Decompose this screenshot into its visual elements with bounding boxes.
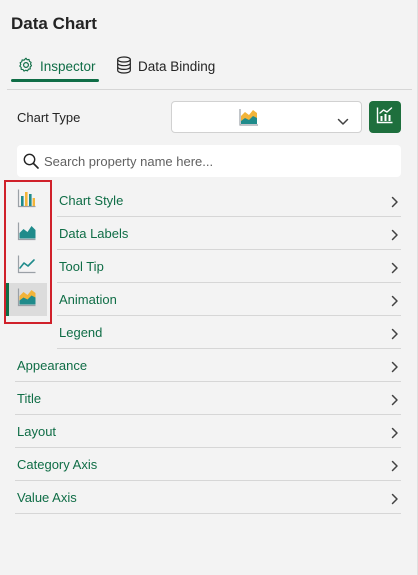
section-tool-tip[interactable]: Tool Tip — [57, 250, 401, 283]
chevron-right-icon — [391, 492, 399, 510]
section-legend[interactable]: Legend — [57, 316, 401, 349]
section-label: Value Axis — [17, 490, 77, 505]
chevron-right-icon — [391, 459, 399, 477]
chart-type-dropdown[interactable] — [171, 101, 362, 133]
panel-title: Data Chart — [11, 14, 97, 33]
area-chart-icon — [239, 108, 259, 131]
section-chart-style[interactable]: Chart Style — [57, 184, 401, 217]
rail-item-bar-chart[interactable] — [6, 184, 47, 217]
section-label: Animation — [59, 292, 117, 307]
inspector-panel: Data Chart Inspector Data Binding Chart … — [0, 0, 418, 575]
tabs-divider — [7, 89, 412, 90]
section-label: Layout — [17, 424, 57, 439]
section-layout[interactable]: Layout — [15, 415, 401, 448]
search-box — [17, 145, 401, 177]
section-title[interactable]: Title — [15, 382, 401, 415]
chevron-right-icon — [391, 294, 399, 312]
chart-icon-rail — [6, 184, 47, 316]
section-label: Chart Style — [59, 193, 124, 208]
rail-item-area-chart[interactable] — [6, 217, 47, 250]
section-label: Tool Tip — [59, 259, 104, 274]
section-label: Title — [17, 391, 42, 406]
tab-inspector[interactable]: Inspector — [18, 50, 96, 82]
search-input[interactable] — [44, 145, 394, 177]
section-label: Category Axis — [17, 457, 98, 472]
rail-item-line-chart[interactable] — [6, 250, 47, 283]
gear-icon — [18, 57, 34, 76]
section-category-axis[interactable]: Category Axis — [15, 448, 401, 481]
area-chart-icon — [17, 221, 37, 246]
chevron-right-icon — [391, 426, 399, 444]
rail-item-stacked-area-chart[interactable] — [6, 283, 47, 316]
chart-type-button[interactable] — [369, 101, 401, 133]
stacked-area-chart-icon — [17, 287, 37, 312]
section-label: Data Labels — [59, 226, 129, 241]
active-tab-indicator — [11, 79, 99, 82]
tab-data-binding[interactable]: Data Binding — [116, 50, 215, 82]
tab-data-binding-label: Data Binding — [138, 58, 216, 74]
section-label: Legend — [59, 325, 103, 340]
tab-bar: Inspector Data Binding — [0, 44, 418, 90]
chevron-right-icon — [391, 195, 399, 213]
section-animation[interactable]: Animation — [57, 283, 401, 316]
chevron-right-icon — [391, 360, 399, 378]
chevron-right-icon — [391, 327, 399, 345]
line-chart-icon — [17, 254, 37, 279]
section-data-labels[interactable]: Data Labels — [57, 217, 401, 250]
search-icon — [23, 153, 39, 174]
database-icon — [116, 55, 132, 77]
combo-chart-icon — [376, 106, 394, 129]
tab-inspector-label: Inspector — [40, 58, 96, 74]
bar-chart-icon — [17, 188, 37, 213]
section-label: Appearance — [17, 358, 88, 373]
chevron-right-icon — [391, 261, 399, 279]
chevron-down-icon — [337, 113, 349, 131]
chevron-right-icon — [391, 393, 399, 411]
section-appearance[interactable]: Appearance — [15, 349, 401, 382]
chevron-right-icon — [391, 228, 399, 246]
section-value-axis[interactable]: Value Axis — [15, 481, 401, 514]
chart-type-label: Chart Type — [17, 110, 81, 125]
